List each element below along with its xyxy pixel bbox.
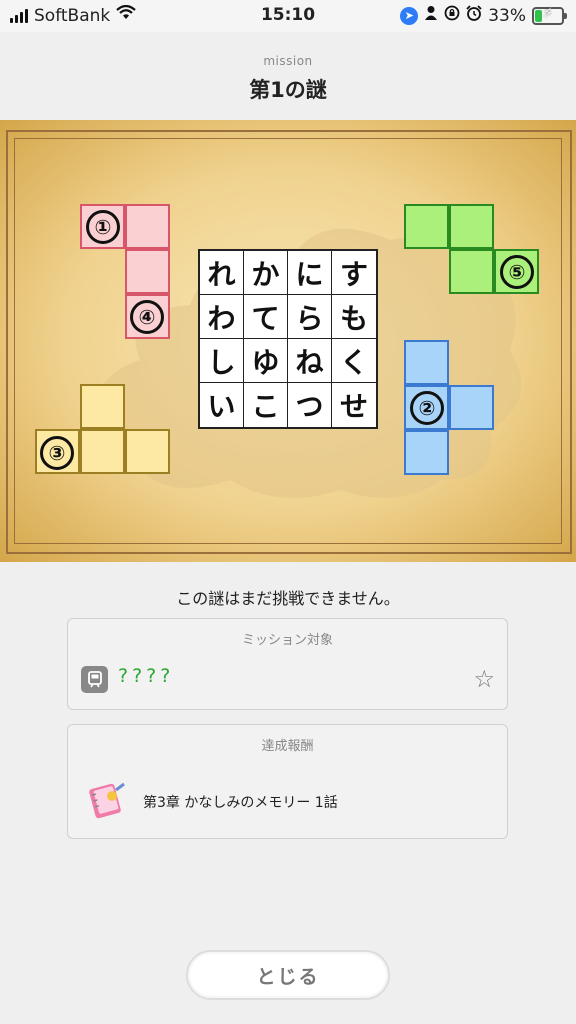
rotation-lock-icon <box>444 5 460 26</box>
grid-cell: つ <box>288 383 332 427</box>
alarm-icon <box>466 5 482 26</box>
mission-title: 第1の謎 <box>249 78 327 102</box>
memory-book-icon <box>88 780 128 820</box>
person-icon <box>424 5 438 26</box>
grid-cell: ね <box>288 339 332 383</box>
reward-text: 第3章 かなしみのメモリー 1話 <box>143 795 338 811</box>
reward-title: 達成報酬 <box>261 739 314 754</box>
mission-target-title: ミッション対象 <box>241 633 333 648</box>
mission-target-card: ミッション対象 ???? ☆ <box>67 618 508 710</box>
grid-cell: れ <box>200 251 244 295</box>
piece-number-4: ④ <box>130 300 164 334</box>
grid-cell: せ <box>339 390 368 423</box>
grid-cell: わ <box>200 295 244 339</box>
grid-cell: く <box>332 339 376 383</box>
location-icon: ➤ <box>400 6 419 25</box>
grid-cell: か <box>244 251 288 295</box>
reward-card: 達成報酬 第3章 かなしみのメモリー 1話 <box>67 724 508 839</box>
piece-number-3: ③ <box>40 436 74 470</box>
mission-header: mission 第1の謎 <box>0 32 576 118</box>
piece-number-2: ② <box>410 391 444 425</box>
mission-target-value: ???? <box>118 665 175 687</box>
piece-number-1: ① <box>86 210 120 244</box>
status-right: ➤ 33% ⚡ <box>400 5 567 26</box>
battery-percent: 33% <box>488 5 526 26</box>
favorite-star-icon[interactable]: ☆ <box>473 665 495 693</box>
grid-cell: て <box>244 295 288 339</box>
grid-cell: ゆ <box>244 339 288 383</box>
train-icon <box>81 666 108 693</box>
locked-message: この謎はまだ挑戦できません。 <box>176 589 400 608</box>
grid-cell: に <box>288 251 332 295</box>
letter-grid: れ か に す わ て ら も し ゆ ね く い こ つ せ <box>198 249 378 429</box>
puzzle-image: れ か に す わ て ら も し ゆ ね く い こ つ せ ① ④ ⑤ ③ … <box>0 120 576 562</box>
status-bar: SoftBank 15:10 ➤ 33% ⚡ <box>0 0 576 32</box>
close-button[interactable]: とじる <box>186 950 390 1000</box>
grid-cell: し <box>200 339 244 383</box>
piece-number-5: ⑤ <box>500 255 534 289</box>
mission-label: mission <box>263 54 313 68</box>
grid-cell: こ <box>244 383 288 427</box>
grid-cell: も <box>332 295 376 339</box>
grid-cell: い <box>200 383 244 427</box>
battery-icon: ⚡ <box>532 6 567 25</box>
grid-cell: ら <box>288 295 332 339</box>
grid-cell: す <box>332 251 376 295</box>
